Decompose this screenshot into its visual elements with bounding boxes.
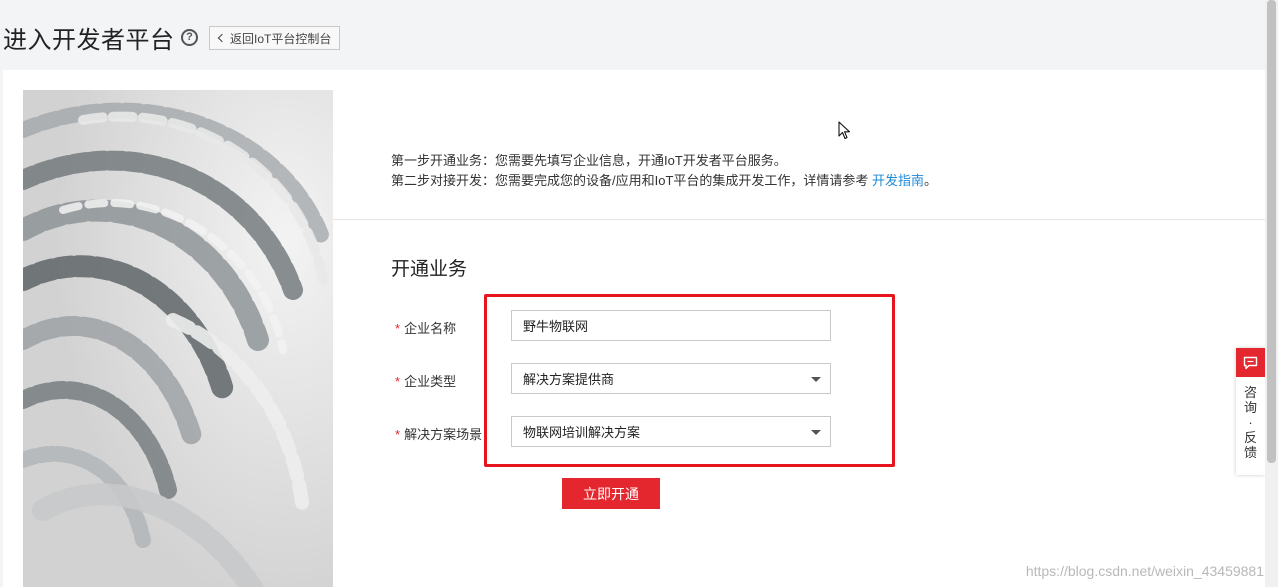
section-divider bbox=[333, 219, 1265, 220]
main-card: 第一步开通业务：您需要先填写企业信息，开通IoT开发者平台服务。 第二步对接开发… bbox=[3, 70, 1265, 587]
scrollbar-thumb[interactable] bbox=[1267, 0, 1276, 463]
required-mark: * bbox=[395, 374, 401, 389]
feedback-widget[interactable]: 咨询·反馈 bbox=[1236, 348, 1265, 475]
required-mark: * bbox=[395, 427, 401, 442]
company-type-label: * 企业类型 bbox=[395, 371, 456, 390]
company-name-label-text: 企业名称 bbox=[404, 321, 457, 336]
page-header: 进入开发者平台 ? 返回IoT平台控制台 bbox=[0, 0, 1265, 70]
step-two-text: 第二步对接开发：您需要完成您的设备/应用和IoT平台的集成开发工作，详情请参考 bbox=[391, 173, 873, 188]
help-icon[interactable]: ? bbox=[181, 29, 198, 46]
page-scrollbar[interactable] bbox=[1265, 0, 1278, 587]
decorative-wave-illustration bbox=[23, 90, 333, 587]
wave-art-graphic bbox=[23, 90, 333, 587]
section-title: 开通业务 bbox=[391, 259, 468, 280]
feedback-label: 咨询·反馈 bbox=[1243, 385, 1257, 460]
intro-steps: 第一步开通业务：您需要先填写企业信息，开通IoT开发者平台服务。 第二步对接开发… bbox=[391, 151, 937, 191]
scenario-label: * 解决方案场景 bbox=[395, 424, 482, 443]
required-mark: * bbox=[395, 321, 401, 336]
chat-bubble-icon bbox=[1236, 348, 1265, 377]
activate-now-button[interactable]: 立即开通 bbox=[562, 478, 660, 509]
scenario-label-text: 解决方案场景 bbox=[404, 427, 483, 442]
page-title: 进入开发者平台 bbox=[3, 27, 175, 54]
back-button-label: 返回IoT平台控制台 bbox=[230, 31, 332, 46]
dev-guide-link[interactable]: 开发指南 bbox=[872, 173, 924, 188]
company-name-label: * 企业名称 bbox=[395, 318, 456, 337]
back-to-console-button[interactable]: 返回IoT平台控制台 bbox=[209, 26, 341, 50]
step-two-line: 第二步对接开发：您需要完成您的设备/应用和IoT平台的集成开发工作，详情请参考 … bbox=[391, 171, 937, 191]
watermark-text: https://blog.csdn.net/weixin_43459881 bbox=[1025, 563, 1264, 579]
step-two-suffix: 。 bbox=[924, 173, 938, 188]
mouse-pointer-icon bbox=[838, 121, 852, 146]
chevron-left-icon bbox=[217, 33, 227, 43]
company-type-label-text: 企业类型 bbox=[404, 374, 457, 389]
step-one-text: 第一步开通业务：您需要先填写企业信息，开通IoT开发者平台服务。 bbox=[391, 153, 787, 168]
annotation-highlight-box bbox=[484, 294, 895, 467]
